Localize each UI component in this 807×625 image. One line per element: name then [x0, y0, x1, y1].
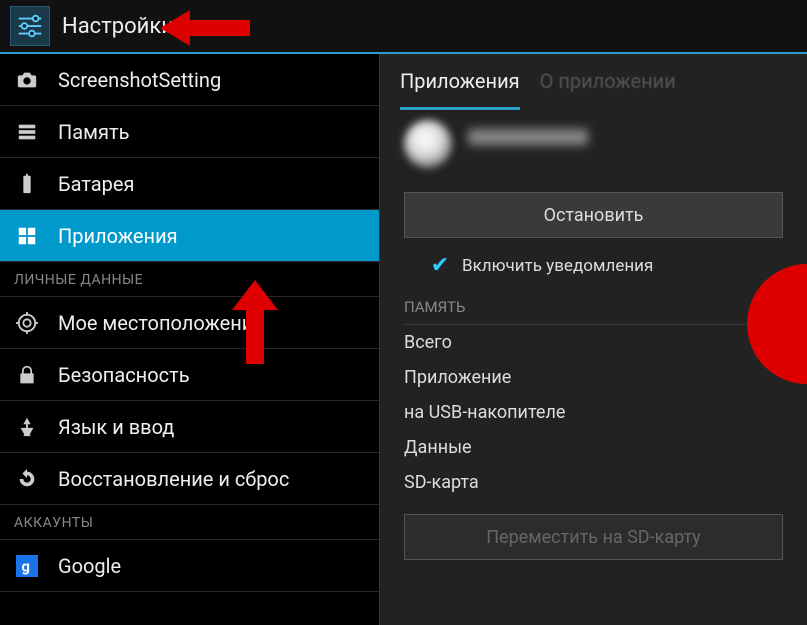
battery-icon: [14, 173, 40, 195]
svg-text:g: g: [22, 557, 30, 575]
sidebar-item-security[interactable]: Безопасность: [0, 349, 379, 401]
sidebar-item-google[interactable]: g Google: [0, 540, 379, 592]
stop-button[interactable]: Остановить: [404, 192, 783, 238]
sidebar-item-label: Мое местоположение: [58, 311, 264, 335]
sidebar-item-label: Батарея: [58, 172, 134, 196]
memory-row-total: Всего: [404, 325, 783, 360]
app-header: Настройки: [0, 0, 807, 54]
memory-row-sd: SD-карта: [404, 465, 783, 500]
memory-row-usb: на USB-накопителе: [404, 395, 783, 430]
sidebar-item-location[interactable]: Мое местоположение: [0, 297, 379, 349]
sidebar-item-label: Язык и ввод: [58, 415, 174, 439]
sidebar-item-label: Восстановление и сброс: [58, 467, 289, 491]
app-detail-panel: Приложения О приложении Остановить ✔ Вкл…: [380, 54, 807, 625]
storage-icon: [14, 121, 40, 143]
google-icon: g: [14, 555, 40, 577]
app-icon: [404, 120, 452, 168]
reset-icon: [14, 468, 40, 490]
move-to-sd-button[interactable]: Переместить на SD-карту: [404, 514, 783, 560]
app-name-blurred: [468, 129, 608, 159]
sidebar-item-battery[interactable]: Батарея: [0, 158, 379, 210]
memory-row-app: Приложение: [404, 360, 783, 395]
lock-icon: [14, 365, 40, 385]
language-icon: [14, 416, 40, 438]
app-header-row: [380, 110, 807, 178]
tab-bar: Приложения О приложении: [380, 54, 807, 110]
memory-row-data: Данные: [404, 430, 783, 465]
sidebar-item-apps[interactable]: Приложения: [0, 210, 379, 262]
apps-icon: [14, 225, 40, 247]
settings-sidebar: ScreenshotSetting Память Батарея Приложе…: [0, 54, 380, 625]
sidebar-item-language[interactable]: Язык и ввод: [0, 401, 379, 453]
camera-icon: [14, 69, 40, 91]
sidebar-item-label: Память: [58, 120, 129, 144]
section-header-personal: ЛИЧНЫЕ ДАННЫЕ: [0, 262, 379, 297]
sidebar-item-label: Безопасность: [58, 363, 190, 387]
memory-header: ПАМЯТЬ: [404, 292, 783, 325]
notifications-checkbox-row[interactable]: ✔ Включить уведомления: [380, 248, 807, 292]
tab-apps[interactable]: Приложения: [400, 55, 520, 110]
section-header-accounts: АККАУНТЫ: [0, 505, 379, 540]
memory-section: ПАМЯТЬ Всего Приложение на USB-накопител…: [380, 292, 807, 500]
sidebar-item-label: Google: [58, 554, 121, 578]
checkbox-label: Включить уведомления: [462, 256, 653, 276]
location-icon: [14, 312, 40, 334]
tab-about[interactable]: О приложении: [540, 55, 676, 110]
sidebar-item-screenshot[interactable]: ScreenshotSetting: [0, 54, 379, 106]
settings-icon: [10, 6, 50, 46]
page-title: Настройки: [62, 14, 174, 39]
sidebar-item-storage[interactable]: Память: [0, 106, 379, 158]
checkbox-checked-icon[interactable]: ✔: [430, 256, 450, 276]
sidebar-item-label: Приложения: [58, 224, 178, 248]
sidebar-item-label: ScreenshotSetting: [58, 68, 221, 92]
sidebar-item-reset[interactable]: Восстановление и сброс: [0, 453, 379, 505]
